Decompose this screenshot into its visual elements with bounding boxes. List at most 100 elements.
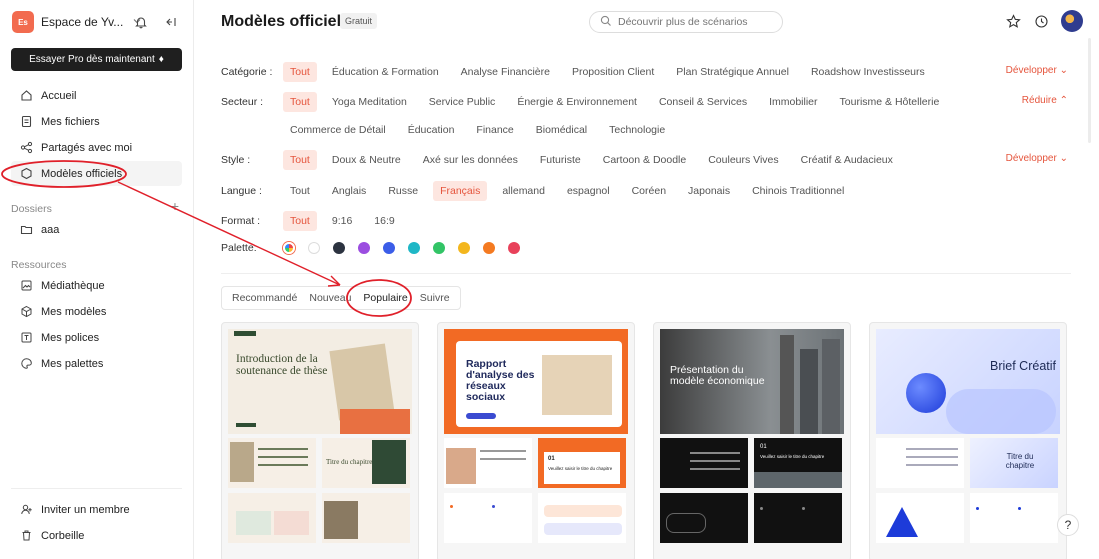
- user-avatar[interactable]: [1061, 10, 1083, 32]
- filter-chip[interactable]: Tourisme & Hôtellerie: [833, 92, 947, 112]
- palette-swatch[interactable]: [333, 242, 345, 254]
- palette-swatch[interactable]: [358, 242, 370, 254]
- filter-chip[interactable]: Biomédical: [529, 120, 594, 140]
- try-pro-label: Essayer Pro dès maintenant: [29, 54, 155, 65]
- filter-chip[interactable]: Énergie & Environnement: [510, 92, 644, 112]
- tab-populaire[interactable]: Populaire: [357, 292, 413, 304]
- filter-chip[interactable]: Couleurs Vives: [701, 150, 785, 170]
- palette-swatch[interactable]: [308, 242, 320, 254]
- palette-swatch[interactable]: [433, 242, 445, 254]
- help-button[interactable]: ?: [1057, 514, 1079, 536]
- tab-suivre[interactable]: Suivre: [414, 292, 456, 304]
- filter-chip[interactable]: 9:16: [325, 211, 359, 231]
- filter-chip[interactable]: Japonais: [681, 181, 737, 201]
- chevron-up-icon: ⌃: [1059, 95, 1068, 106]
- template-card[interactable]: Introduction de la soutenance de thèse T…: [221, 322, 419, 559]
- search-icon: [600, 15, 612, 30]
- sidebar-item-my-files[interactable]: Mes fichiers: [11, 109, 182, 134]
- sort-tabs: Recommandé Nouveau Populaire Suivre: [221, 286, 461, 310]
- search-input[interactable]: [618, 16, 768, 28]
- filter-chip[interactable]: 16:9: [367, 211, 401, 231]
- filter-chip[interactable]: Commerce de Détail: [283, 120, 393, 140]
- filter-chip[interactable]: Axé sur les données: [416, 150, 525, 170]
- card-preview: Introduction de la soutenance de thèse: [228, 329, 412, 434]
- filter-chip[interactable]: Finance: [469, 120, 520, 140]
- filter-chip[interactable]: Français: [433, 181, 488, 201]
- sidebar-item-label: Inviter un membre: [41, 503, 130, 516]
- card-tile-number: 01: [548, 456, 555, 462]
- chevron-down-icon: ⌄: [1059, 65, 1068, 76]
- filter-chip[interactable]: Coréen: [625, 181, 673, 201]
- filter-chip[interactable]: Tout: [283, 92, 317, 112]
- filter-chip[interactable]: Russe: [381, 181, 425, 201]
- sidebar-item-media[interactable]: Médiathèque: [11, 273, 182, 298]
- filter-chip[interactable]: Plan Stratégique Annuel: [669, 62, 796, 82]
- sidebar-item-shared[interactable]: Partagés avec moi: [11, 135, 182, 160]
- filter-chip[interactable]: Tout: [283, 181, 317, 201]
- filter-chip[interactable]: Cartoon & Doodle: [596, 150, 693, 170]
- template-card[interactable]: Présentation du modèle économique 01 Veu…: [653, 322, 851, 559]
- template-card[interactable]: Rapport d'analyse des réseaux sociaux 01…: [437, 322, 635, 559]
- sector-collapse-toggle[interactable]: Réduire ⌃: [1022, 95, 1068, 106]
- sidebar-item-official-templates[interactable]: Modèles officiels: [11, 161, 182, 186]
- filter-chip[interactable]: Yoga Meditation: [325, 92, 414, 112]
- filter-chip[interactable]: Chinois Traditionnel: [745, 181, 851, 201]
- filter-chip[interactable]: Proposition Client: [565, 62, 661, 82]
- sidebar-item-home[interactable]: Accueil: [11, 83, 182, 108]
- card-tile-title: Veuillez saisir le titre du chapitre: [760, 454, 825, 459]
- help-icon: ?: [1064, 518, 1072, 532]
- palette-swatch[interactable]: [408, 242, 420, 254]
- filter-chip[interactable]: espagnol: [560, 181, 617, 201]
- palette-swatch[interactable]: [458, 242, 470, 254]
- sidebar-item-label: Mes palettes: [41, 357, 104, 370]
- palette-swatch[interactable]: [283, 242, 295, 254]
- filter-chip[interactable]: Roadshow Investisseurs: [804, 62, 932, 82]
- filter-chip[interactable]: Tout: [283, 211, 317, 231]
- filter-chip[interactable]: Futuriste: [533, 150, 588, 170]
- category-expand-toggle[interactable]: Développer ⌄: [1006, 65, 1068, 76]
- filters-divider: [221, 273, 1071, 274]
- template-card[interactable]: Brief Créatif Titre du chapitre: [869, 322, 1067, 559]
- bell-icon[interactable]: [133, 14, 149, 30]
- card-tile-number: 01: [760, 444, 767, 450]
- sidebar-item-trash[interactable]: Corbeille: [11, 523, 182, 548]
- palette-swatch[interactable]: [383, 242, 395, 254]
- collapse-sidebar-icon[interactable]: [163, 14, 179, 30]
- filter-chip[interactable]: Immobilier: [762, 92, 824, 112]
- chevron-down-icon: ⌄: [1059, 153, 1068, 164]
- invite-member-button[interactable]: Inviter un membre: [11, 497, 182, 522]
- filter-chip[interactable]: Technologie: [602, 120, 672, 140]
- tab-recommand[interactable]: Recommandé: [226, 292, 303, 304]
- style-expand-toggle[interactable]: Développer ⌄: [1006, 153, 1068, 164]
- media-icon: [18, 278, 34, 294]
- filter-chip[interactable]: Créatif & Audacieux: [794, 150, 900, 170]
- filter-chip[interactable]: Tout: [283, 150, 317, 170]
- search-bar[interactable]: [589, 11, 783, 33]
- sidebar-item-my-fonts[interactable]: Mes polices: [11, 325, 182, 350]
- sidebar-item-label: Modèles officiels: [41, 167, 123, 180]
- palette-swatch[interactable]: [508, 242, 520, 254]
- sidebar-item-my-palettes[interactable]: Mes palettes: [11, 351, 182, 376]
- filter-format: Format : Tout 9:16 16:9: [221, 211, 410, 231]
- filter-chip[interactable]: Service Public: [422, 92, 503, 112]
- sidebar-item-my-templates[interactable]: Mes modèles: [11, 299, 182, 324]
- star-icon[interactable]: [1005, 13, 1021, 29]
- filter-chip[interactable]: Éducation & Formation: [325, 62, 446, 82]
- tab-nouveau[interactable]: Nouveau: [303, 292, 357, 304]
- sidebar-item-folder-aaa[interactable]: aaa: [11, 217, 182, 242]
- card-slide-thumb: [876, 438, 964, 488]
- try-pro-button[interactable]: Essayer Pro dès maintenant ♦: [11, 48, 182, 71]
- filter-chip[interactable]: Anglais: [325, 181, 373, 201]
- workspace-switcher[interactable]: Es Espace de Yv...: [12, 11, 142, 33]
- filter-chip[interactable]: Analyse Financière: [454, 62, 557, 82]
- scrollbar-thumb[interactable]: [1088, 38, 1091, 143]
- filter-chip[interactable]: allemand: [495, 181, 552, 201]
- filter-chip[interactable]: Conseil & Services: [652, 92, 754, 112]
- filter-sector-row2: Commerce de Détail Éducation Finance Bioméd…: [283, 120, 680, 140]
- add-folder-icon[interactable]: +: [171, 198, 179, 214]
- filter-chip[interactable]: Tout: [283, 62, 317, 82]
- filter-chip[interactable]: Doux & Neutre: [325, 150, 408, 170]
- history-icon[interactable]: [1033, 13, 1049, 29]
- palette-swatch[interactable]: [483, 242, 495, 254]
- filter-chip[interactable]: Éducation: [401, 120, 462, 140]
